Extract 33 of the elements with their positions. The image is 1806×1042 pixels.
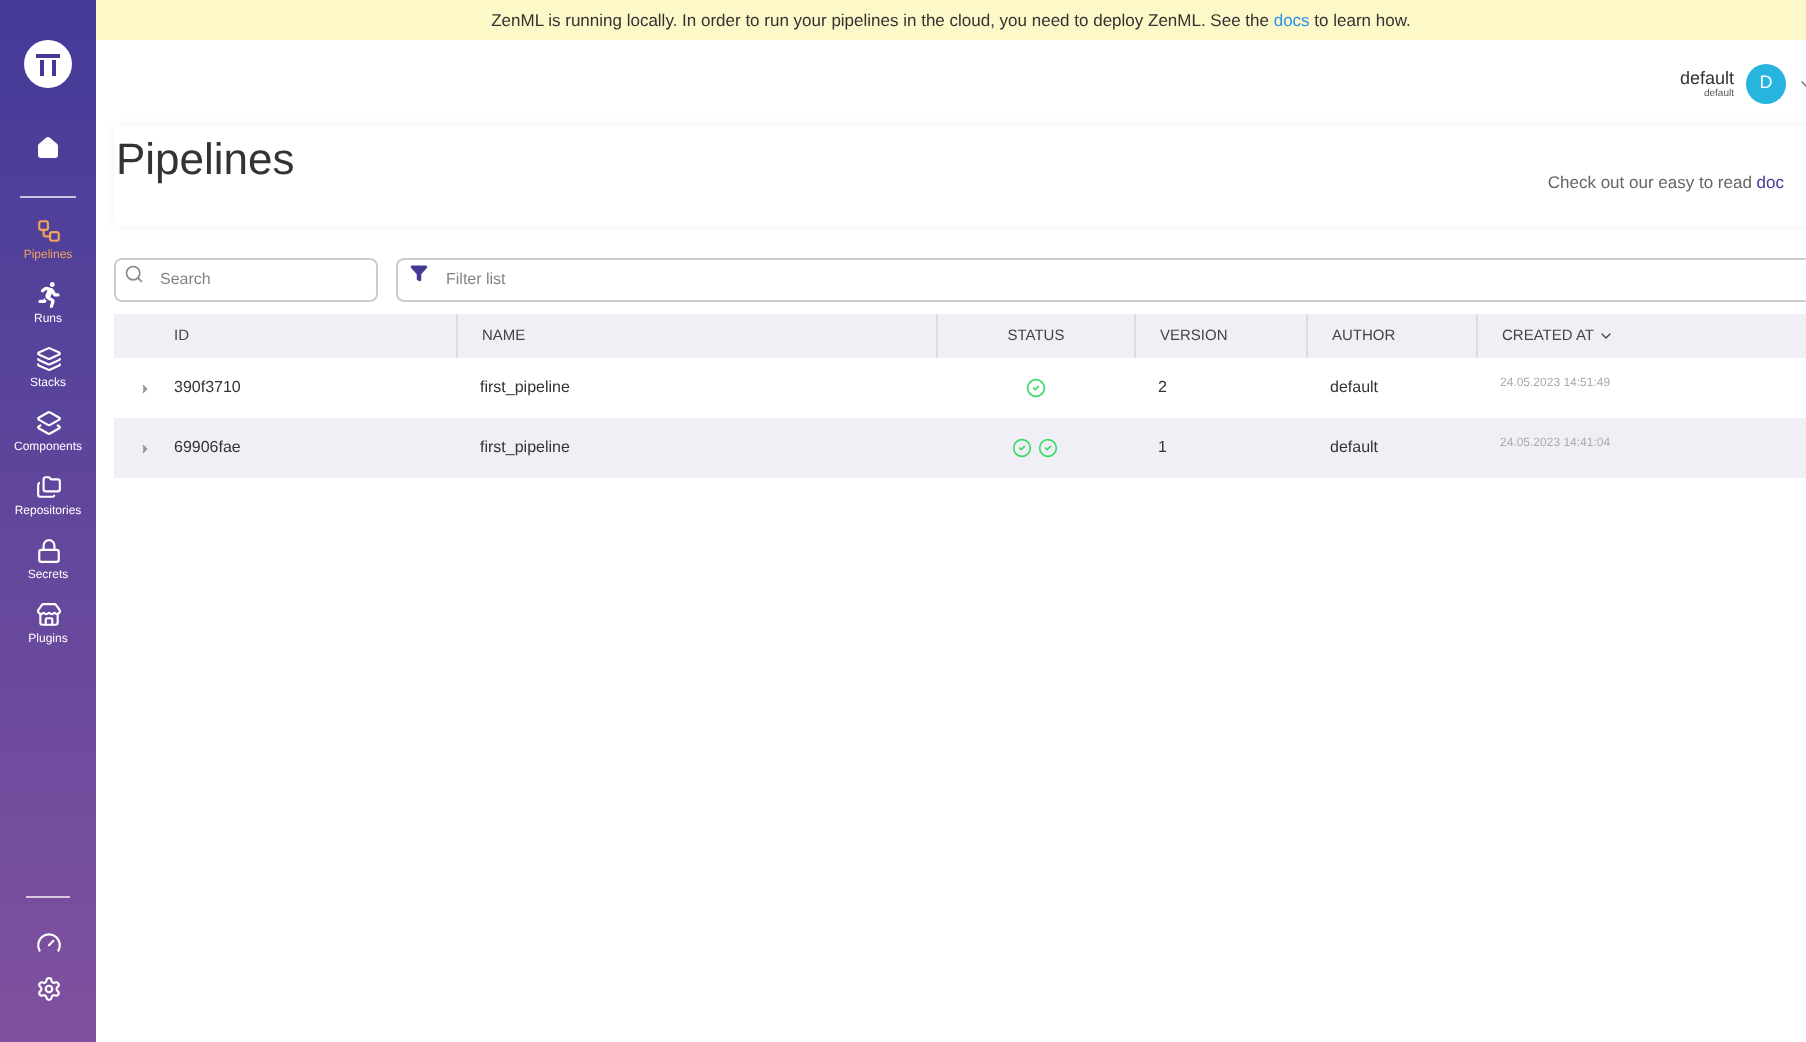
filter-icon xyxy=(410,264,428,282)
lock-icon xyxy=(35,538,61,564)
check-circle-icon xyxy=(1012,438,1032,458)
table-cell: 69906fae xyxy=(174,436,241,460)
folders-icon xyxy=(35,474,61,500)
nodes-icon xyxy=(35,218,61,244)
sort-icon xyxy=(1597,328,1614,344)
home-icon[interactable] xyxy=(36,136,60,160)
table-cell: default xyxy=(1330,376,1379,400)
layer-icon xyxy=(35,410,61,436)
table-cell: 390f3710 xyxy=(174,376,241,400)
search-field[interactable]: Search xyxy=(114,257,378,301)
table-cell: first_pipeline xyxy=(480,436,570,460)
logo-icon[interactable] xyxy=(24,40,72,88)
page-title: Pipelines xyxy=(116,131,295,188)
gauge-icon[interactable] xyxy=(35,930,61,956)
docs-link[interactable]: doc xyxy=(1756,171,1784,192)
table-cell: first_pipeline xyxy=(480,376,570,400)
table-cell: 1 xyxy=(1158,436,1167,460)
docs-hint: Check out our easy to read doc xyxy=(1547,169,1786,195)
expand-icon[interactable] xyxy=(138,381,152,395)
table-cell: default xyxy=(1330,436,1379,460)
user-name: default xyxy=(1679,67,1734,87)
search-icon xyxy=(124,264,144,284)
check-circle-icon xyxy=(1038,438,1058,458)
table-cell: 2 xyxy=(1158,376,1167,400)
store-icon xyxy=(35,602,61,628)
banner-message: ZenML is running locally. In order to run your pipelines in the cloud, you need to deploy ZenML. See the docs to learn how. xyxy=(491,7,1411,33)
runner-icon xyxy=(35,282,61,308)
filter-field[interactable]: Filter list xyxy=(396,257,1806,301)
check-circle-icon xyxy=(1025,378,1045,398)
layers-icon xyxy=(35,346,61,372)
settings-icon[interactable] xyxy=(35,976,61,1002)
